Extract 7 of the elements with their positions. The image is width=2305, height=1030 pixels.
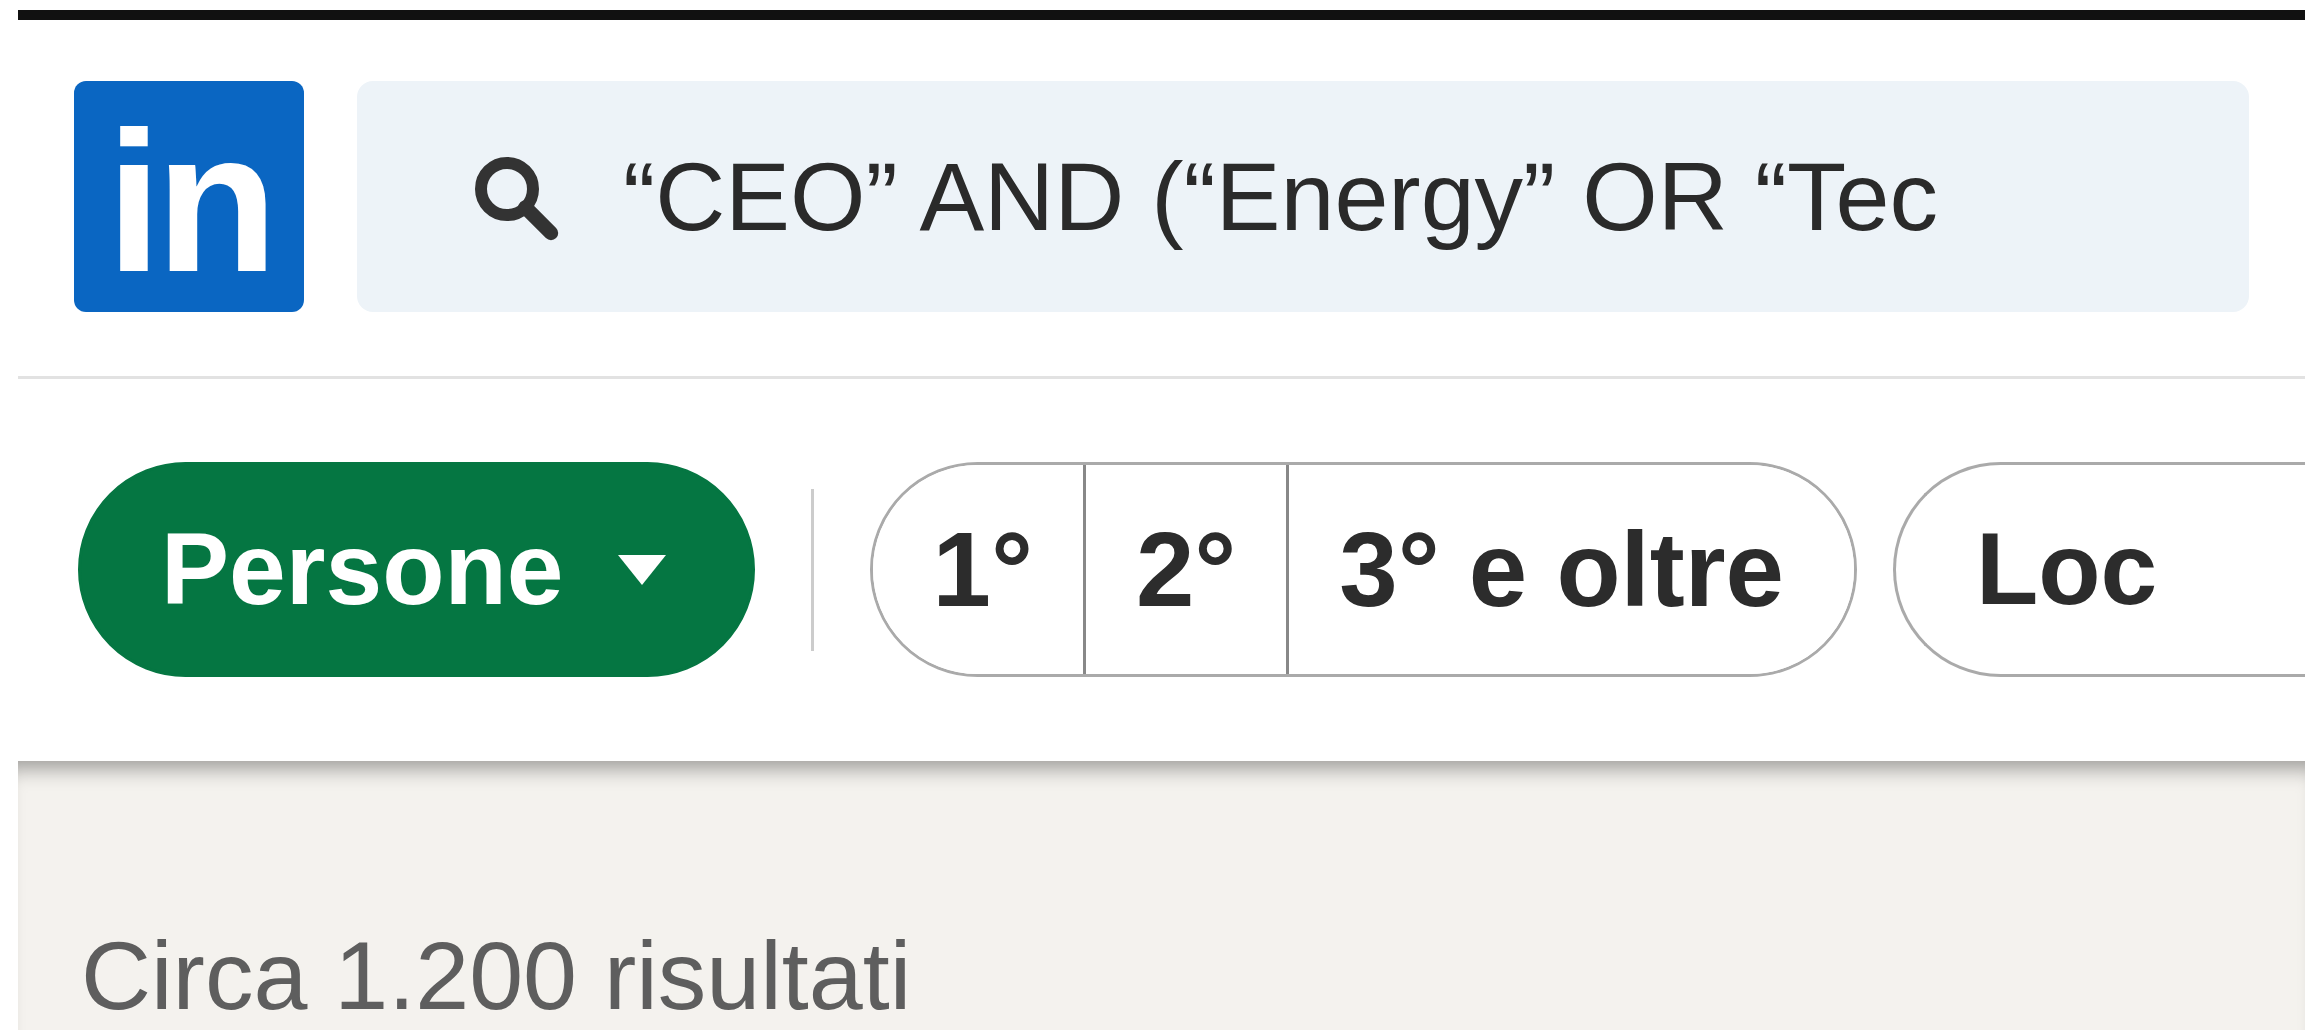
connection-filter[interactable]: 3° e oltre <box>1286 465 1854 674</box>
search-input[interactable]: “CEO” AND (“Energy” OR “Tec <box>623 123 2123 270</box>
people-filter-button[interactable]: Persone <box>78 462 755 677</box>
location-filter-button[interactable]: Loc <box>1893 462 2305 677</box>
search-field[interactable]: “CEO” AND (“Energy” OR “Tec <box>357 81 2249 312</box>
linkedin-logo[interactable]: in <box>74 81 304 312</box>
results-count: Circa 1.200 risultati <box>81 927 913 1024</box>
